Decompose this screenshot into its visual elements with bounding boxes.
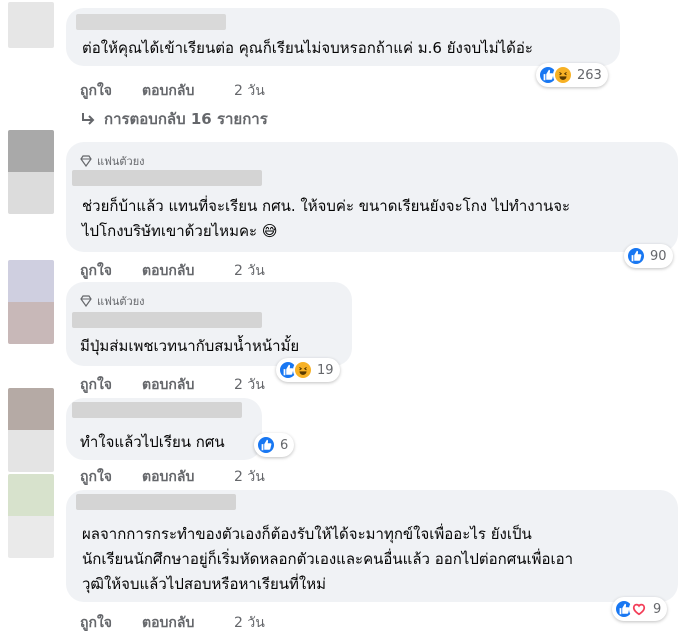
comment-bubble: ทำใจแล้วไปเรียน กศน <box>66 398 262 460</box>
haha-icon <box>293 360 313 380</box>
timestamp[interactable]: 2 วัน <box>234 260 265 282</box>
comment-actions: ถูกใจ ตอบกลับ 2 วัน <box>80 466 265 488</box>
timestamp[interactable]: 2 วัน <box>234 374 265 396</box>
reaction-count: 19 <box>317 362 334 378</box>
reply-button[interactable]: ตอบกลับ <box>142 466 234 488</box>
commenter-name-blurred[interactable] <box>72 402 242 418</box>
top-fan-badge: แฟนตัวยง <box>80 292 145 310</box>
comment-actions: ถูกใจ ตอบกลับ 2 วัน <box>80 612 265 634</box>
reply-arrow-icon <box>82 113 95 125</box>
view-replies-link[interactable]: การตอบกลับ 16 รายการ <box>80 107 268 131</box>
comment-bubble: ต่อให้คุณได้เข้าเรียนต่อ คุณก็เรียนไม่จบ… <box>66 8 620 66</box>
haha-icon <box>553 65 573 85</box>
diamond-icon <box>80 155 92 167</box>
comment-text-line: นักเรียนนักศึกษาอยู่ก็เริ่มหัดหลอกตัวเอง… <box>82 550 574 568</box>
reply-button[interactable]: ตอบกลับ <box>142 374 234 396</box>
commenter-name-blurred[interactable] <box>72 312 262 328</box>
comment-bubble: แฟนตัวยง ช่วยก็บ้าแล้ว แทนที่จะเรียน กศน… <box>66 142 678 252</box>
reaction-count: 263 <box>577 67 602 83</box>
like-button[interactable]: ถูกใจ <box>80 612 142 634</box>
reaction-summary[interactable]: 9 <box>612 597 668 621</box>
reaction-summary[interactable]: 90 <box>624 244 673 268</box>
comment-bubble: แฟนตัวยง มีปุ่มส่มเพชเวทนากับสมน้ำหน้ามั… <box>66 282 352 366</box>
comment-text-line: ผลจากการกระทำของตัวเองก็ต้องรับให้ได้จะม… <box>82 525 532 543</box>
reaction-count: 9 <box>653 601 662 617</box>
comment-text-line: ช่วยก็บ้าแล้ว แทนที่จะเรียน กศน. ให้จบค่… <box>82 197 571 215</box>
comment-text-line: ไปโกงบริษัทเขาด้วยไหมคะ 😅 <box>82 222 278 240</box>
comment-actions: ถูกใจ ตอบกลับ 2 วัน <box>80 374 265 396</box>
love-icon <box>629 599 649 619</box>
timestamp[interactable]: 2 วัน <box>234 612 265 634</box>
comment-text: ทำใจแล้วไปเรียน กศน <box>80 433 225 451</box>
timestamp[interactable]: 2 วัน <box>234 80 265 102</box>
like-button[interactable]: ถูกใจ <box>80 466 142 488</box>
like-button[interactable]: ถูกใจ <box>80 374 142 396</box>
timestamp[interactable]: 2 วัน <box>234 466 265 488</box>
like-button[interactable]: ถูกใจ <box>80 80 142 102</box>
commenter-name-blurred[interactable] <box>76 494 236 510</box>
like-icon <box>626 246 646 266</box>
comment-text-line: วุฒิให้จบแล้วไปสอบหรือหาเรียนที่ใหม่ <box>82 575 327 593</box>
avatar[interactable] <box>8 260 54 344</box>
comment-text: ต่อให้คุณได้เข้าเรียนต่อ คุณก็เรียนไม่จบ… <box>82 39 533 57</box>
avatar[interactable] <box>8 2 54 48</box>
reaction-summary[interactable]: 263 <box>536 63 608 87</box>
commenter-name-blurred[interactable] <box>72 170 262 186</box>
like-icon <box>256 435 276 455</box>
like-button[interactable]: ถูกใจ <box>80 260 142 282</box>
reaction-summary[interactable]: 6 <box>254 433 295 457</box>
view-replies-label: การตอบกลับ 16 รายการ <box>104 110 268 128</box>
diamond-icon <box>80 295 92 307</box>
commenter-name-blurred[interactable] <box>76 14 226 30</box>
avatar[interactable] <box>8 388 54 472</box>
comment-bubble: ผลจากการกระทำของตัวเองก็ต้องรับให้ได้จะม… <box>66 490 678 602</box>
top-fan-badge: แฟนตัวยง <box>80 152 145 170</box>
reply-button[interactable]: ตอบกลับ <box>142 612 234 634</box>
reaction-count: 90 <box>650 248 667 264</box>
comment-actions: ถูกใจ ตอบกลับ 2 วัน <box>80 80 265 102</box>
reaction-count: 6 <box>280 437 289 453</box>
reaction-summary[interactable]: 19 <box>276 358 340 382</box>
reply-button[interactable]: ตอบกลับ <box>142 80 234 102</box>
comment-actions: ถูกใจ ตอบกลับ 2 วัน <box>80 260 265 282</box>
badge-label: แฟนตัวยง <box>97 155 145 168</box>
badge-label: แฟนตัวยง <box>97 295 145 308</box>
avatar[interactable] <box>8 474 54 558</box>
comment-text: มีปุ่มส่มเพชเวทนากับสมน้ำหน้ามั้ย <box>80 337 300 355</box>
avatar[interactable] <box>8 130 54 214</box>
reply-button[interactable]: ตอบกลับ <box>142 260 234 282</box>
